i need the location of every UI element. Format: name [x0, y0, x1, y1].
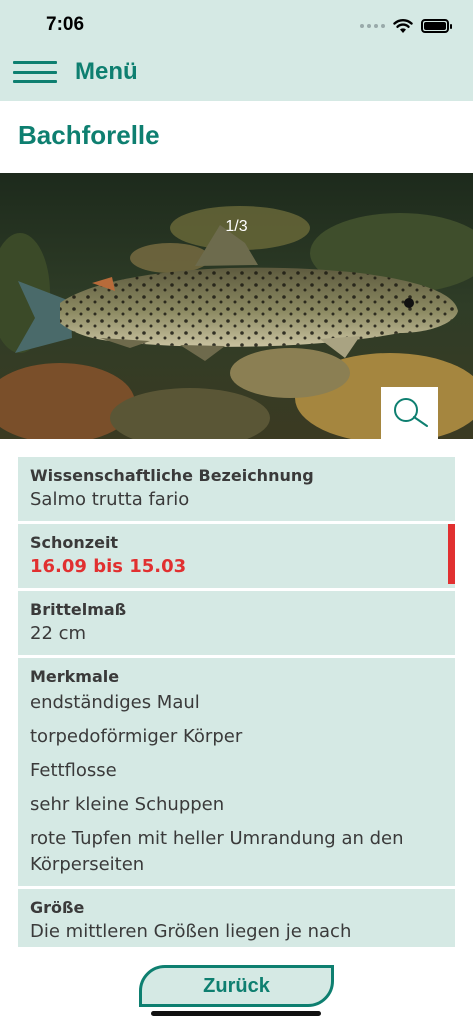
page-title: Bachforelle [18, 120, 160, 150]
closed-season-value: 16.09 bis 15.03 [30, 556, 187, 577]
battery-icon [421, 19, 452, 33]
back-button[interactable]: Zurück [139, 965, 334, 1007]
wifi-icon [393, 19, 413, 33]
closed-season-card: Schonzeit 16.09 bis 15.03 [18, 524, 455, 588]
top-bar: 7:06 Menü [0, 0, 473, 101]
status-icons [360, 16, 452, 36]
menu-button[interactable]: Menü [13, 58, 138, 86]
menu-label: Menü [75, 58, 138, 85]
scientific-name-label: Wissenschaftliche Bezeichnung [30, 466, 314, 485]
home-indicator [151, 1011, 321, 1016]
closed-season-label: Schonzeit [30, 533, 119, 552]
feature-item: Fettflosse [30, 760, 117, 781]
photo-counter: 1/3 [225, 218, 248, 235]
scientific-name-card: Wissenschaftliche Bezeichnung Salmo trut… [18, 457, 455, 521]
zoom-button[interactable] [381, 387, 438, 439]
closed-season-indicator [448, 524, 455, 584]
min-size-card: Brittelmaß 22 cm [18, 591, 455, 655]
size-label: Größe [30, 898, 85, 917]
status-time: 7:06 [46, 14, 85, 35]
magnifier-icon [393, 398, 428, 427]
features-card: Merkmale endständiges Maul torpedoförmig… [18, 658, 455, 886]
features-label: Merkmale [30, 667, 120, 686]
fish-info-list[interactable]: Wissenschaftliche Bezeichnung Salmo trut… [18, 457, 455, 947]
feature-item: torpedoförmiger Körper [30, 726, 243, 747]
scientific-name-value: Salmo trutta fario [30, 489, 190, 510]
size-card: Größe Die mittleren Größen liegen je nac… [18, 889, 455, 947]
feature-item: sehr kleine Schuppen [30, 794, 225, 815]
fish-photo[interactable]: 1/3 [0, 173, 473, 439]
hamburger-icon [13, 61, 57, 83]
cellular-signal-icon [360, 24, 385, 28]
min-size-label: Brittelmaß [30, 600, 127, 619]
min-size-value: 22 cm [30, 623, 87, 644]
footer: Zurück [0, 947, 473, 1024]
size-value: Die mittleren Größen liegen je nach Lebe… [30, 921, 352, 942]
feature-item: endständiges Maul [30, 692, 200, 713]
feature-item: rote Tupfen mit heller Umrandung an den … [30, 828, 404, 875]
